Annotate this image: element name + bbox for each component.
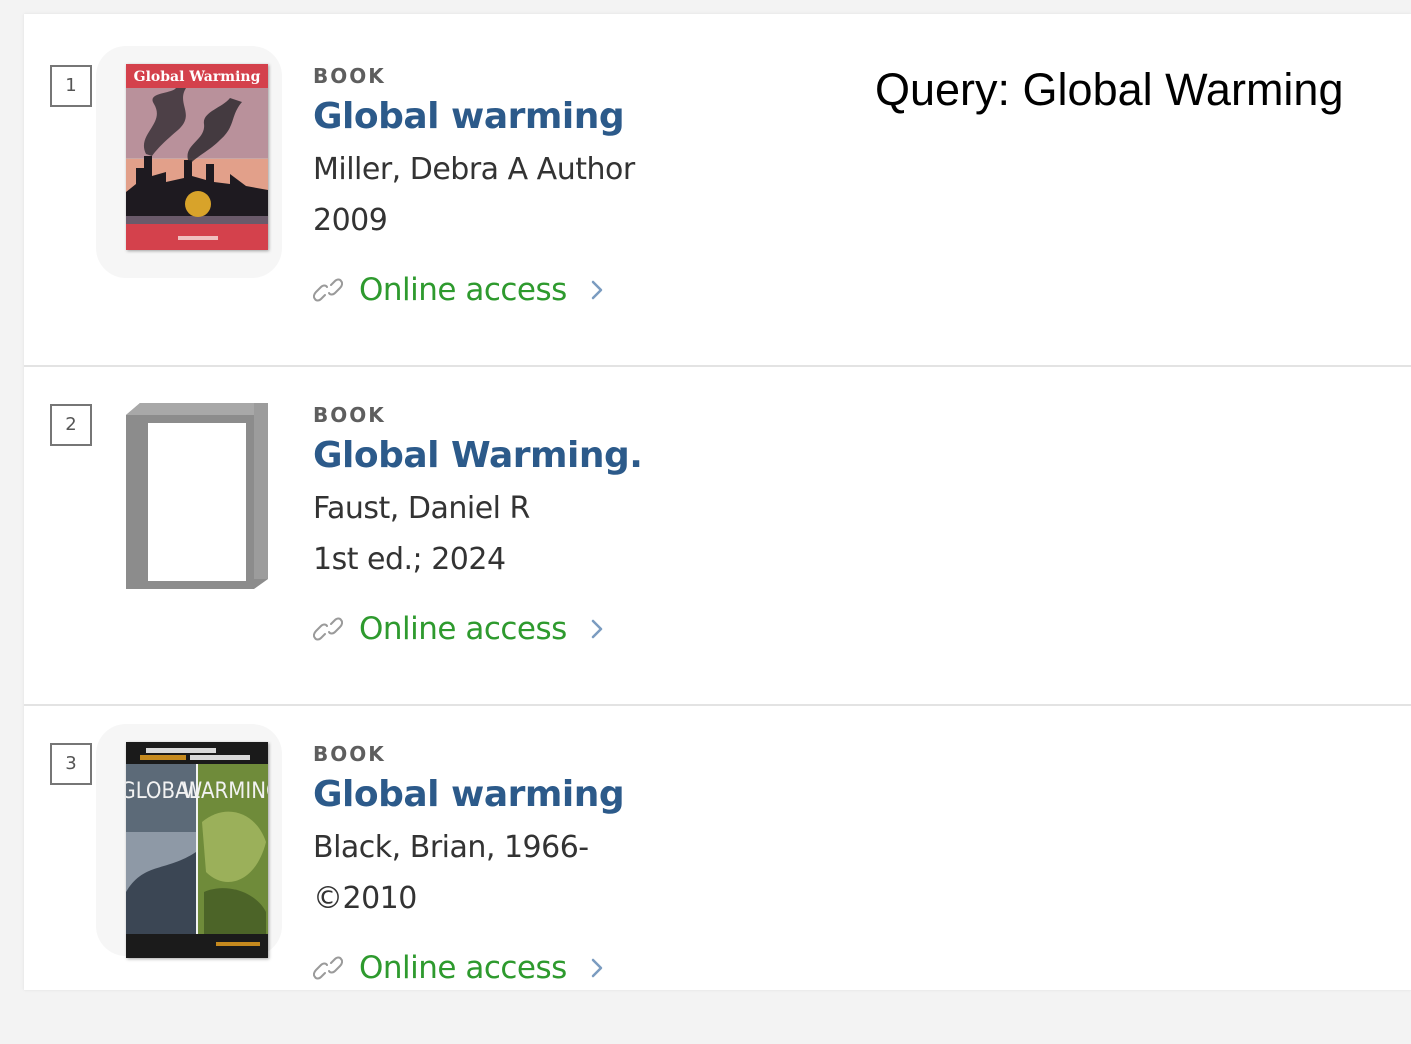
chevron-right-icon xyxy=(591,619,603,639)
link-icon xyxy=(313,617,343,641)
result-item: 3 GLOBAL WARMING BOOK Gl xyxy=(24,706,1411,1044)
book-cover-thumbnail[interactable]: Global Warming xyxy=(126,64,268,250)
result-item: 1 Global Warming BOOK Global warming Mil… xyxy=(24,28,1411,366)
book-placeholder-icon[interactable] xyxy=(126,403,268,589)
thumbnail-container: GLOBAL WARMING xyxy=(96,724,282,958)
result-type: BOOK xyxy=(313,742,386,766)
cover-title-right: WARMING xyxy=(183,779,268,804)
result-title-link[interactable]: Global Warming. xyxy=(313,435,643,476)
result-date: 1st ed.; 2024 xyxy=(313,542,506,577)
result-date: ©2010 xyxy=(313,881,417,916)
result-type: BOOK xyxy=(313,64,386,88)
result-number[interactable]: 2 xyxy=(50,404,92,446)
result-number[interactable]: 3 xyxy=(50,743,92,785)
result-author: Faust, Daniel R xyxy=(313,491,530,526)
result-date: 2009 xyxy=(313,203,388,238)
online-access-label: Online access xyxy=(359,950,567,986)
thumbnail-container: Global Warming xyxy=(96,46,282,278)
online-access-label: Online access xyxy=(359,611,567,647)
online-access-label: Online access xyxy=(359,272,567,308)
chevron-right-icon xyxy=(591,958,603,978)
chevron-right-icon xyxy=(591,280,603,300)
result-title-link[interactable]: Global warming xyxy=(313,774,625,815)
result-item: 2 BOOK Global Warming. Faust, Daniel R 1… xyxy=(24,367,1411,705)
result-number[interactable]: 1 xyxy=(50,65,92,107)
link-icon xyxy=(313,956,343,980)
result-title-link[interactable]: Global warming xyxy=(313,96,625,137)
thumbnail-container xyxy=(96,385,282,617)
online-access-link[interactable]: Online access xyxy=(313,609,607,649)
cover-title-text: Global Warming xyxy=(134,69,261,85)
result-author: Black, Brian, 1966- xyxy=(313,830,589,865)
book-cover-thumbnail[interactable]: GLOBAL WARMING xyxy=(126,742,268,958)
link-icon xyxy=(313,278,343,302)
online-access-link[interactable]: Online access xyxy=(313,948,607,988)
online-access-link[interactable]: Online access xyxy=(313,270,607,310)
result-type: BOOK xyxy=(313,403,386,427)
result-author: Miller, Debra A Author xyxy=(313,152,635,187)
